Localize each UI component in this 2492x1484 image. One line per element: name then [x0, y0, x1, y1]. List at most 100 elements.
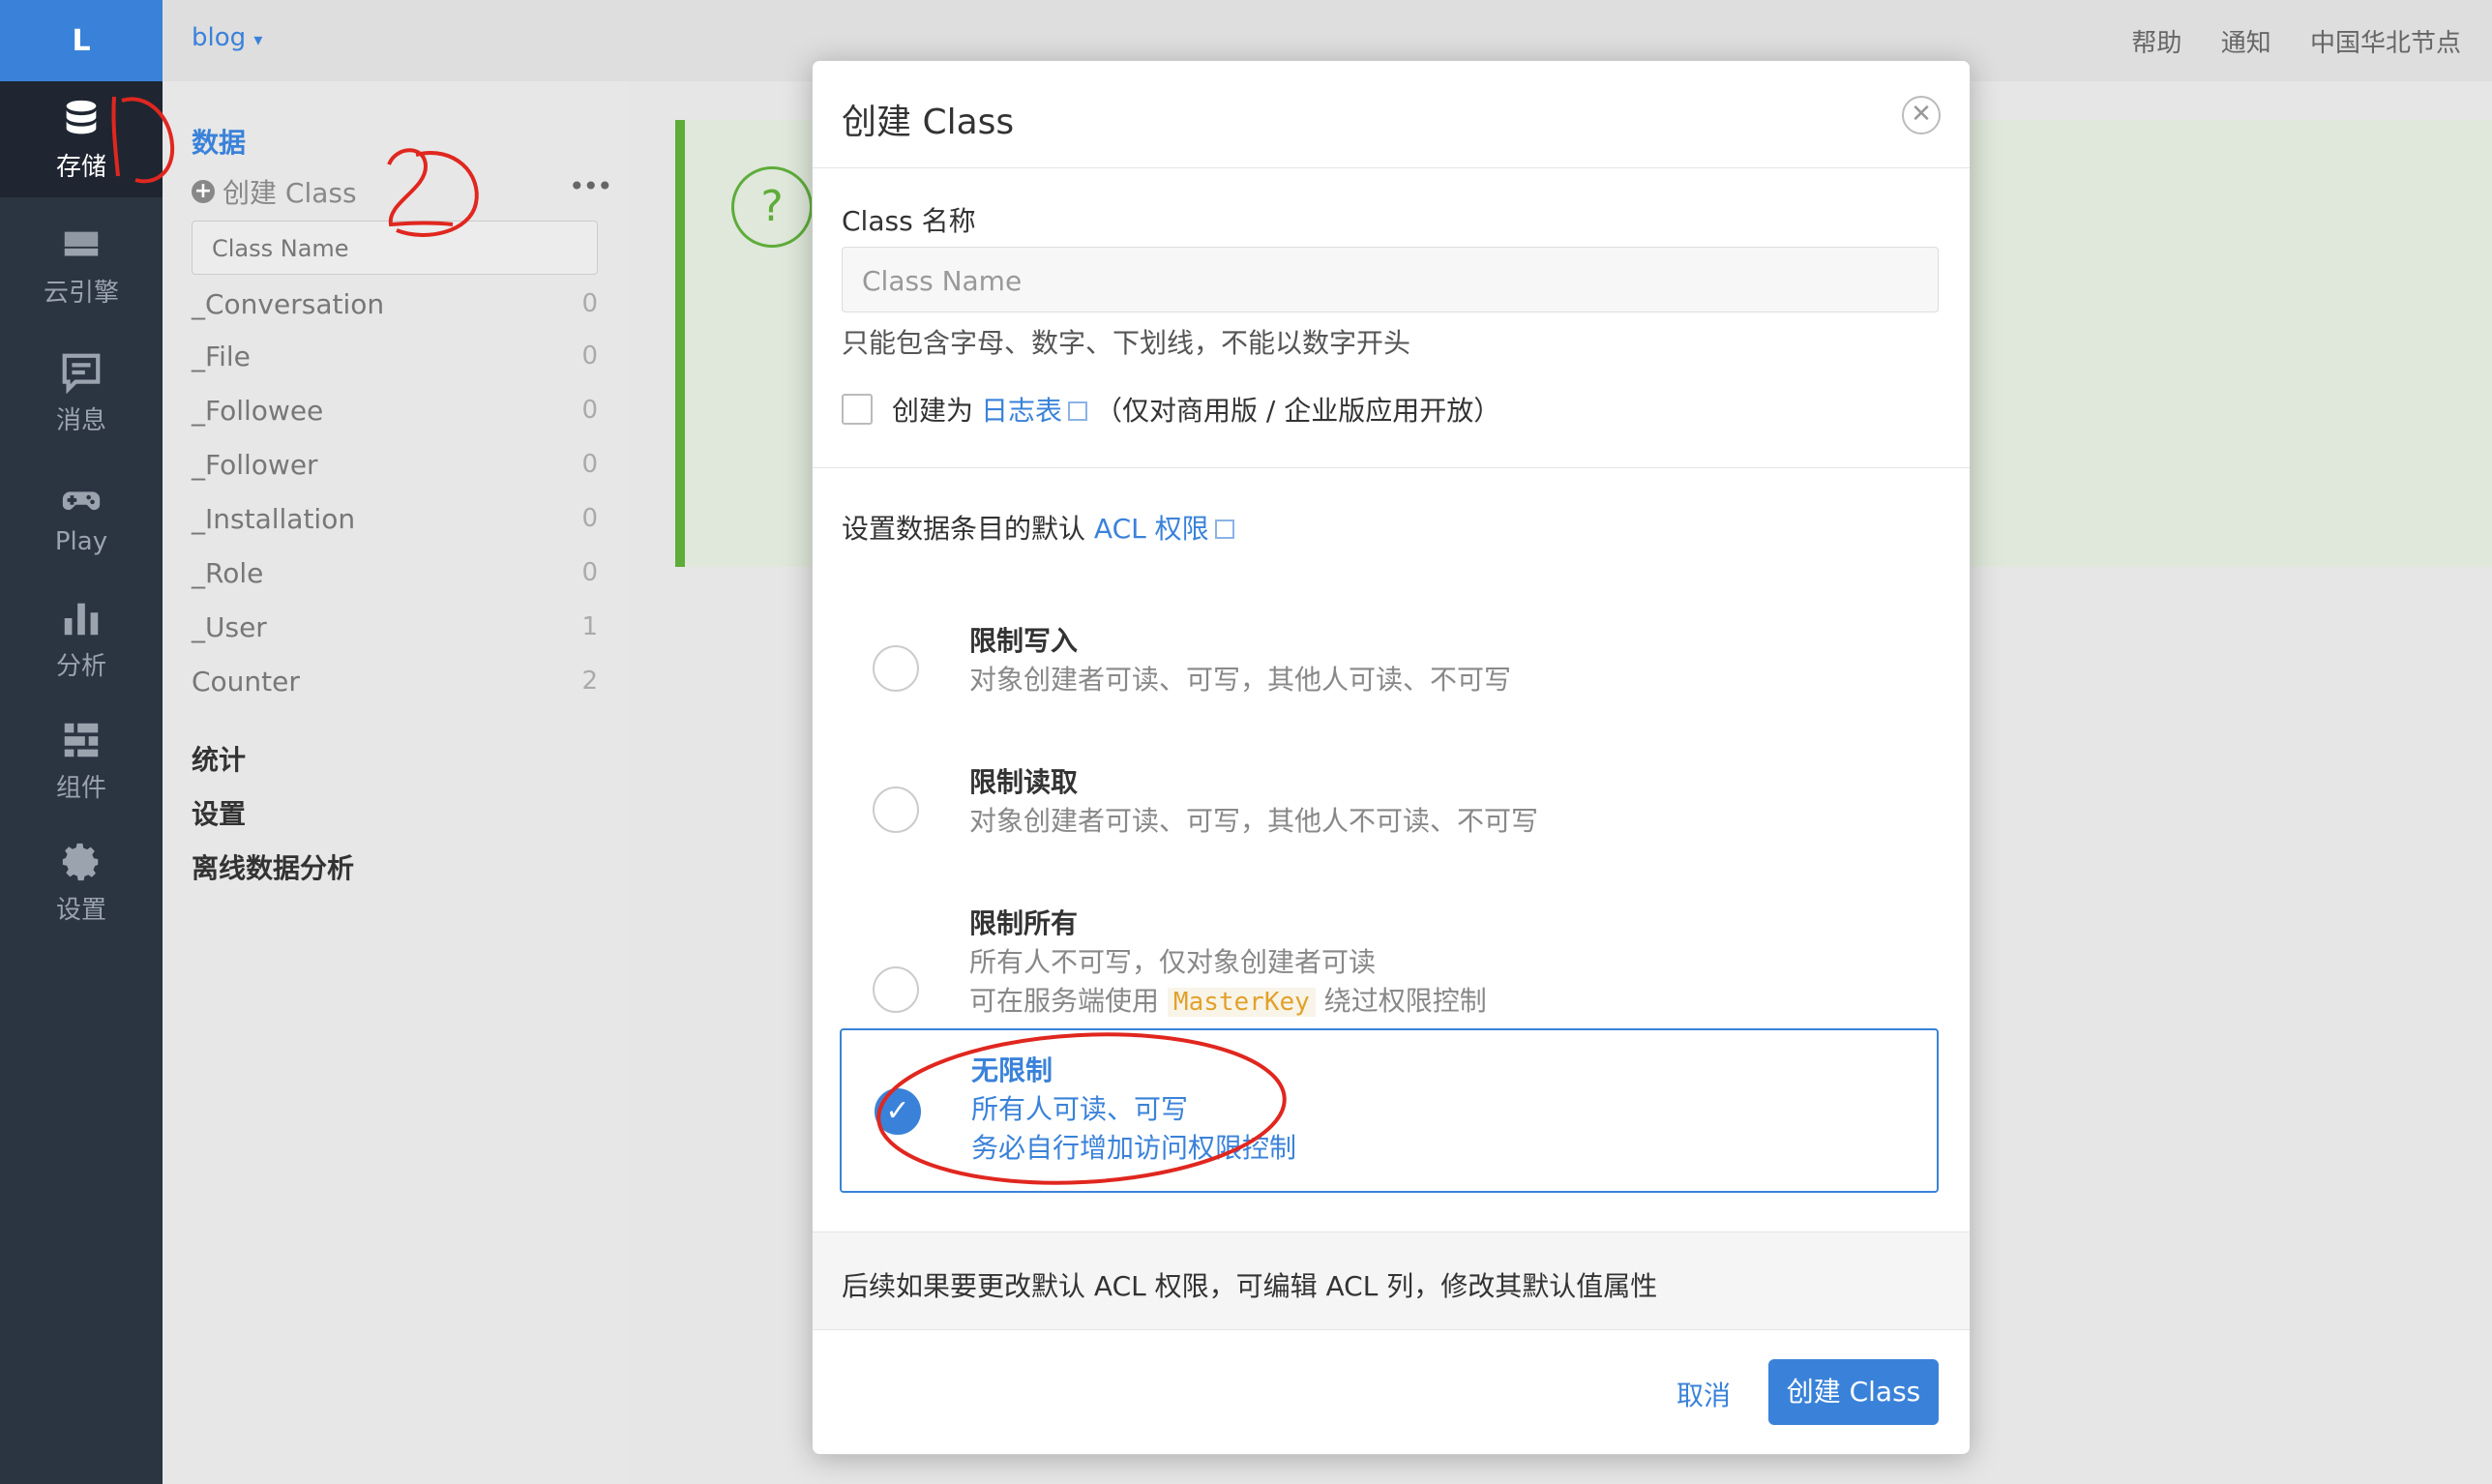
option-desc: 所有人不可写，仅对象创建者可读: [969, 946, 1377, 978]
class-count: 0: [581, 396, 598, 425]
log-table-checkbox[interactable]: [842, 394, 873, 425]
app-switcher[interactable]: blog ▾: [192, 23, 262, 52]
storage-sidebar: 数据 + 创建 Class ••• Class Name _Conversati…: [163, 81, 629, 1484]
option-desc: 所有人可读、可写: [971, 1093, 1189, 1125]
option-text: 限制写入 对象创建者可读、可写，其他人可读、不可写: [969, 622, 1511, 699]
message-icon: [62, 353, 101, 394]
class-count: 0: [581, 558, 598, 587]
database-icon: [66, 100, 97, 134]
acl-option-unrestricted[interactable]: ✓ 无限制 所有人可读、可写 务必自行增加访问权限控制: [840, 1028, 1939, 1193]
modal-header: 创建 Class ✕: [813, 61, 1970, 168]
notifications-link[interactable]: 通知: [2221, 29, 2271, 58]
option-text: 无限制 所有人可读、可写 务必自行增加访问权限控制: [971, 1052, 1296, 1168]
app-logo[interactable]: L: [0, 0, 163, 81]
close-icon[interactable]: ✕: [1902, 96, 1941, 134]
class-name-input[interactable]: Class Name: [842, 247, 1939, 312]
rail-item-components[interactable]: 组件: [0, 702, 163, 818]
rail-label: 消息: [55, 405, 106, 435]
option-desc-2: 务必自行增加访问权限控制: [971, 1132, 1297, 1164]
option-desc-prefix: 可在服务端使用: [969, 985, 1160, 1017]
create-class-modal: 创建 Class ✕ Class 名称 Class Name 只能包含字母、数字…: [812, 60, 1971, 1455]
bar-chart-icon: [64, 603, 99, 635]
acl-option-restrict-read[interactable]: 限制读取 对象创建者可读、可写，其他人不可读、不可写: [840, 725, 1939, 850]
acl-footer-note: 后续如果要更改默认 ACL 权限，可编辑 ACL 列，修改其默认值属性: [813, 1232, 1970, 1330]
sidebar-offline-analysis[interactable]: 离线数据分析: [192, 847, 354, 886]
header-links: 帮助 通知 中国华北节点: [2131, 23, 2492, 59]
class-list-item[interactable]: _User 1: [192, 600, 598, 654]
external-link-icon: [1214, 519, 1234, 539]
log-table-suffix: （仅对商用版 / 企业版应用开放）: [1095, 395, 1501, 427]
rail-label: 组件: [55, 773, 106, 803]
checked-radio-icon[interactable]: ✓: [875, 1088, 921, 1135]
acl-title-prefix: 设置数据条目的默认: [842, 513, 1086, 545]
rail-label: 分析: [55, 651, 106, 681]
class-search-input[interactable]: Class Name: [192, 221, 598, 275]
rail-label: Play: [54, 527, 108, 556]
class-count: 2: [581, 667, 598, 696]
class-list-item[interactable]: _Installation 0: [192, 491, 598, 546]
rail-item-messages[interactable]: 消息: [0, 335, 163, 451]
sidebar-settings[interactable]: 设置: [192, 793, 246, 832]
plus-circle-icon: +: [192, 180, 215, 203]
radio-button[interactable]: [873, 966, 919, 1013]
class-list-item[interactable]: _Conversation 0: [192, 277, 598, 331]
class-list-item[interactable]: _Followee 0: [192, 383, 598, 437]
more-options-icon[interactable]: •••: [569, 170, 613, 202]
rail-item-analytics[interactable]: 分析: [0, 580, 163, 697]
acl-option-restrict-all[interactable]: 限制所有 所有人不可写，仅对象创建者可读 可在服务端使用 MasterKey 绕…: [840, 866, 1939, 1021]
question-icon: ?: [731, 166, 813, 248]
class-name: Counter: [192, 665, 300, 697]
acl-link[interactable]: ACL 权限: [1094, 513, 1234, 545]
log-table-link[interactable]: 日志表: [981, 390, 1088, 429]
class-name-label: Class 名称: [842, 205, 976, 237]
option-title: 限制所有: [969, 907, 1079, 939]
rail-label: 设置: [55, 895, 106, 925]
class-list-item[interactable]: _File 0: [192, 329, 598, 383]
class-name: _Follower: [192, 448, 318, 481]
class-count: 0: [581, 450, 598, 479]
help-link[interactable]: 帮助: [2131, 29, 2181, 58]
region-selector[interactable]: 中国华北节点: [2310, 29, 2461, 58]
radio-button[interactable]: [873, 787, 919, 833]
gamepad-icon: [62, 491, 101, 511]
class-list-item[interactable]: _Follower 0: [192, 437, 598, 491]
create-class-label: 创建 Class: [222, 177, 357, 209]
class-list-item[interactable]: _Role 0: [192, 546, 598, 600]
class-count: 1: [581, 612, 598, 641]
create-class-button[interactable]: 创建 Class: [1768, 1359, 1939, 1425]
class-count: 0: [581, 504, 598, 533]
chevron-down-icon: ▾: [253, 30, 263, 50]
rail-label: 存储: [55, 152, 106, 182]
divider: [813, 467, 1970, 468]
masterkey-code: MasterKey: [1167, 988, 1316, 1017]
rail-item-play[interactable]: Play: [0, 459, 163, 575]
create-class-link[interactable]: + 创建 Class: [192, 172, 357, 211]
rail-item-settings[interactable]: 设置: [0, 824, 163, 940]
radio-button[interactable]: [873, 645, 919, 692]
class-name: _Role: [192, 556, 264, 589]
left-rail: L 存储 云引擎 消息 Play 分析 组件 设置: [0, 0, 163, 1484]
log-table-prefix: 创建为: [892, 395, 974, 427]
class-name: _Installation: [192, 502, 356, 535]
footer-note-text: 后续如果要更改默认 ACL 权限，可编辑 ACL 列，修改其默认值属性: [842, 1270, 1658, 1302]
option-text: 限制所有 所有人不可写，仅对象创建者可读 可在服务端使用 MasterKey 绕…: [969, 905, 1487, 1022]
sidebar-data-title[interactable]: 数据: [192, 122, 246, 161]
option-desc: 对象创建者可读、可写，其他人可读、不可写: [969, 664, 1512, 696]
rail-item-storage[interactable]: 存储: [0, 81, 163, 197]
external-link-icon: [1068, 401, 1088, 421]
rail-item-cloud-engine[interactable]: 云引擎: [0, 207, 163, 323]
class-count: 0: [581, 289, 598, 318]
rail-label: 云引擎: [43, 278, 119, 308]
gear-icon: [62, 843, 99, 880]
option-text: 限制读取 对象创建者可读、可写，其他人不可读、不可写: [969, 763, 1538, 841]
components-icon: [64, 723, 99, 757]
class-list-item[interactable]: Counter 2: [192, 654, 598, 708]
cancel-button[interactable]: 取消: [1676, 1375, 1731, 1413]
option-title: 无限制: [971, 1054, 1053, 1086]
class-name: _File: [192, 340, 251, 372]
modal-title: 创建 Class: [842, 103, 1015, 142]
class-name: _Followee: [192, 394, 324, 427]
log-table-link-text: 日志表: [981, 395, 1063, 427]
acl-option-restrict-write[interactable]: 限制写入 对象创建者可读、可写，其他人可读、不可写: [840, 583, 1939, 709]
sidebar-stats[interactable]: 统计: [192, 739, 246, 778]
